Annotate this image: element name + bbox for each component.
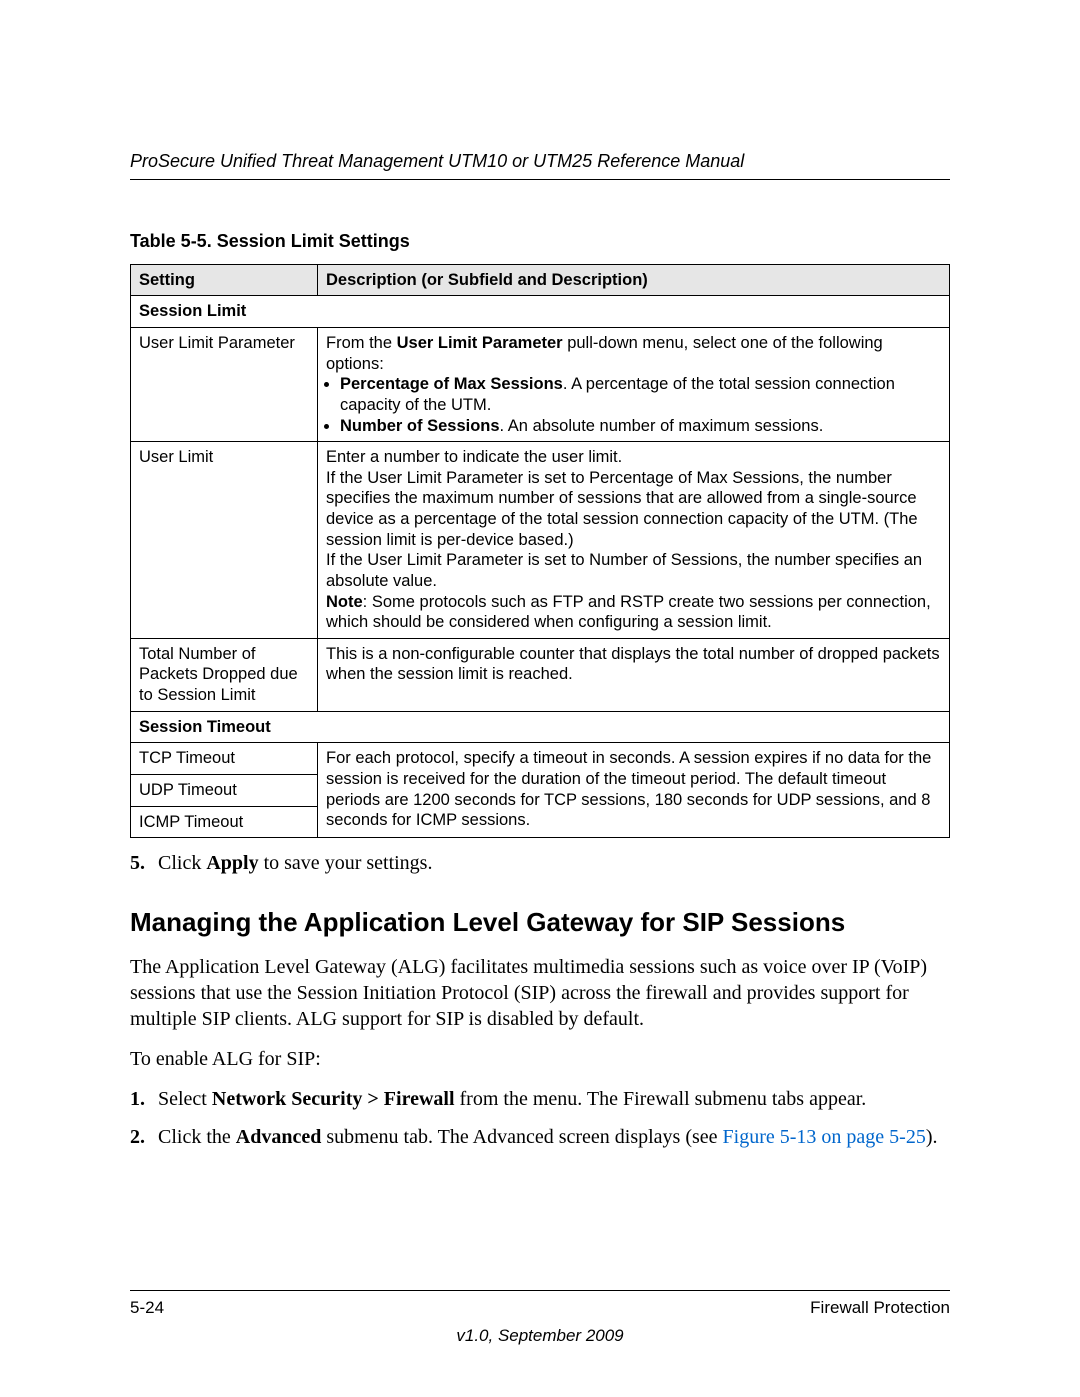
- section-label: Session Limit: [131, 296, 950, 328]
- col-header-setting: Setting: [131, 264, 318, 296]
- cell-description: From the User Limit Parameter pull-down …: [318, 328, 950, 442]
- table-row: User Limit Enter a number to indicate th…: [131, 442, 950, 639]
- cell-setting: User Limit: [131, 442, 318, 639]
- table-row: Total Number of Packets Dropped due to S…: [131, 638, 950, 711]
- table-caption: Table 5-5. Session Limit Settings: [130, 230, 950, 253]
- session-limit-table: Setting Description (or Subfield and Des…: [130, 264, 950, 838]
- body-paragraph: The Application Level Gateway (ALG) faci…: [130, 954, 950, 1032]
- section-heading: Managing the Application Level Gateway f…: [130, 906, 950, 940]
- cell-setting: TCP Timeout: [131, 743, 318, 775]
- cell-setting: UDP Timeout: [131, 774, 318, 806]
- list-item: Number of Sessions. An absolute number o…: [340, 416, 941, 437]
- page-number: 5-24: [130, 1297, 164, 1319]
- step-1: 1. Select Network Security > Firewall fr…: [130, 1086, 950, 1112]
- cell-description: For each protocol, specify a timeout in …: [318, 743, 950, 838]
- step-number: 5.: [130, 850, 158, 876]
- cell-setting: ICMP Timeout: [131, 806, 318, 838]
- table-row: User Limit Parameter From the User Limit…: [131, 328, 950, 442]
- step-number: 1.: [130, 1086, 158, 1112]
- section-label: Session Timeout: [131, 711, 950, 743]
- cell-setting: User Limit Parameter: [131, 328, 318, 442]
- table-section-session-limit: Session Limit: [131, 296, 950, 328]
- footer-title: Firewall Protection: [810, 1297, 950, 1319]
- step-2: 2. Click the Advanced submenu tab. The A…: [130, 1124, 950, 1150]
- list-item: Percentage of Max Sessions. A percentage…: [340, 374, 941, 415]
- cell-description: This is a non-configurable counter that …: [318, 638, 950, 711]
- cell-setting: Total Number of Packets Dropped due to S…: [131, 638, 318, 711]
- running-header: ProSecure Unified Threat Management UTM1…: [130, 150, 950, 180]
- col-header-description: Description (or Subfield and Description…: [318, 264, 950, 296]
- body-paragraph: To enable ALG for SIP:: [130, 1046, 950, 1072]
- footer-version: v1.0, September 2009: [130, 1325, 950, 1347]
- step-5: 5. Click Apply to save your settings.: [130, 850, 950, 876]
- cell-description: Enter a number to indicate the user limi…: [318, 442, 950, 639]
- page-footer: 5-24 Firewall Protection v1.0, September…: [130, 1290, 950, 1347]
- step-number: 2.: [130, 1124, 158, 1150]
- figure-link[interactable]: Figure 5-13 on page 5-25: [723, 1126, 926, 1148]
- table-row: TCP Timeout For each protocol, specify a…: [131, 743, 950, 775]
- table-section-session-timeout: Session Timeout: [131, 711, 950, 743]
